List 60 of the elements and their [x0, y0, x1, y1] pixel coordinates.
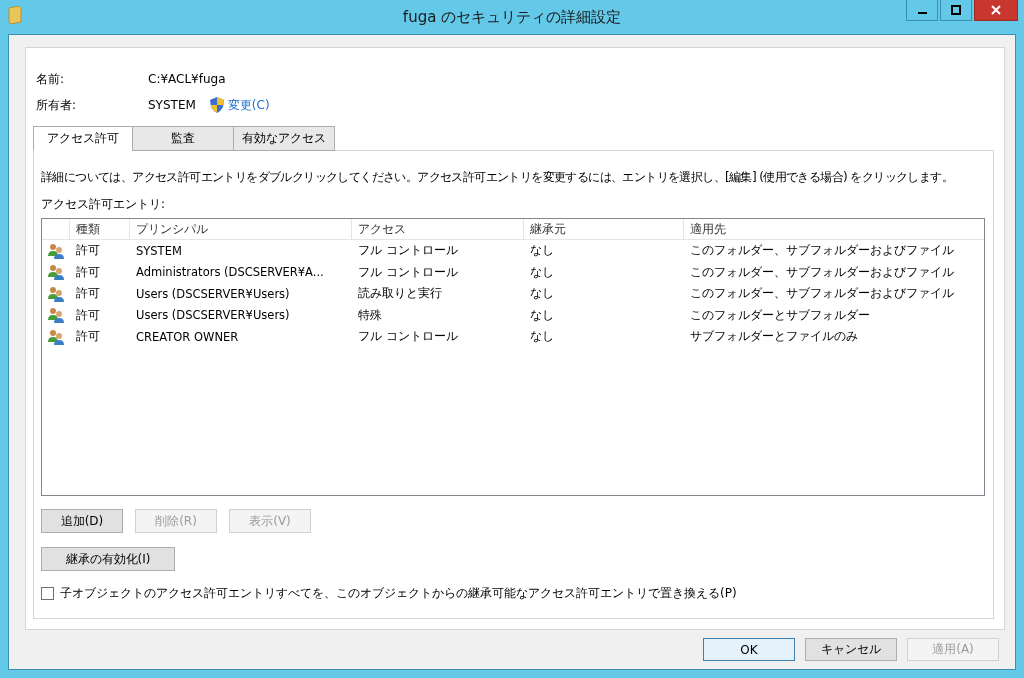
column-header[interactable]: アクセス [352, 219, 524, 239]
table-cell-text: Users (DSCSERVER¥Users) [135, 308, 291, 323]
name-label: 名前: [35, 70, 66, 88]
table-cell-text: このフォルダーとサブフォルダー [689, 307, 871, 323]
minimize-button[interactable] [906, 0, 938, 21]
table-cell-text: なし [529, 264, 555, 280]
close-button[interactable] [974, 0, 1018, 21]
column-header[interactable]: 種類 [70, 219, 130, 239]
table-cell-text: なし [529, 286, 555, 302]
table-cell-text: なし [529, 307, 555, 323]
users-icon [47, 285, 65, 302]
minimize-icon [917, 12, 927, 14]
enable-inheritance-button[interactable]: 継承の有効化(I) [41, 547, 175, 571]
close-icon [991, 5, 1001, 15]
table-cell-text: 許可 [75, 329, 101, 345]
tab[interactable]: アクセス許可 [33, 126, 133, 151]
tab[interactable]: 監査 [132, 126, 234, 151]
owner-label: 所有者: [35, 96, 78, 114]
table-cell-text: 特殊 [357, 307, 383, 323]
table-cell-text: フル コントロール [357, 243, 459, 259]
checkbox-label: 子オブジェクトのアクセス許可エントリすべてを、このオブジェクトからの継承可能なアクセス許可エントリで置き換える(P) [60, 585, 737, 602]
users-icon [47, 328, 65, 345]
dialog-button[interactable]: OK [703, 638, 795, 661]
table-cell-text: このフォルダー、サブフォルダーおよびファイル [689, 286, 955, 302]
owner-value: SYSTEM [148, 98, 196, 112]
checkbox[interactable] [41, 587, 54, 600]
column-header[interactable]: 継承元 [524, 219, 684, 239]
table-cell-text: なし [529, 329, 555, 345]
table-cell-text: Users (DSCSERVER¥Users) [135, 286, 291, 301]
table-cell-text: サブフォルダーとファイルのみ [689, 329, 859, 345]
maximize-icon [951, 5, 961, 15]
entries-label: アクセス許可エントリ: [41, 196, 167, 213]
change-owner-link[interactable]: 変更(C) [227, 96, 270, 114]
maximize-button[interactable] [940, 0, 972, 21]
column-header[interactable]: プリンシパル [130, 219, 352, 239]
tab[interactable]: 有効なアクセス [233, 126, 335, 151]
table-cell-text: フル コントロール [357, 264, 459, 280]
folder-icon [8, 6, 22, 24]
entry-button[interactable]: 追加(D) [41, 509, 123, 533]
window-title: fuga のセキュリティの詳細設定 [402, 7, 622, 27]
shield-icon [209, 97, 224, 113]
users-icon [47, 242, 65, 259]
table-cell-text: 許可 [75, 286, 101, 302]
table-cell-text: CREATOR OWNER [135, 329, 240, 344]
name-value: C:¥ACL¥fuga [148, 72, 226, 86]
dialog-button[interactable]: キャンセル [805, 638, 897, 661]
table-cell-text: フル コントロール [357, 329, 459, 345]
table-cell-text: 許可 [75, 264, 101, 280]
table-cell-text: このフォルダー、サブフォルダーおよびファイル [689, 264, 955, 280]
users-icon [47, 307, 65, 324]
table-cell-text: なし [529, 243, 555, 259]
users-icon [47, 264, 65, 281]
table-cell-text: 許可 [75, 243, 101, 259]
column-header[interactable]: 適用先 [684, 219, 984, 239]
table-cell-text: このフォルダー、サブフォルダーおよびファイル [689, 243, 955, 259]
table-cell-text: SYSTEM [135, 243, 183, 258]
table-cell-text: 読み取りと実行 [357, 286, 443, 302]
table-cell-text: 許可 [75, 307, 101, 323]
description-text: 詳細については、アクセス許可エントリをダブルクリックしてください。アクセス許可エントリを変更するには、エントリを選択し、[編集] (使用できる場合) をクリックします。 [41, 169, 954, 186]
table-cell-text: Administrators (DSCSERVER¥A... [135, 265, 325, 280]
